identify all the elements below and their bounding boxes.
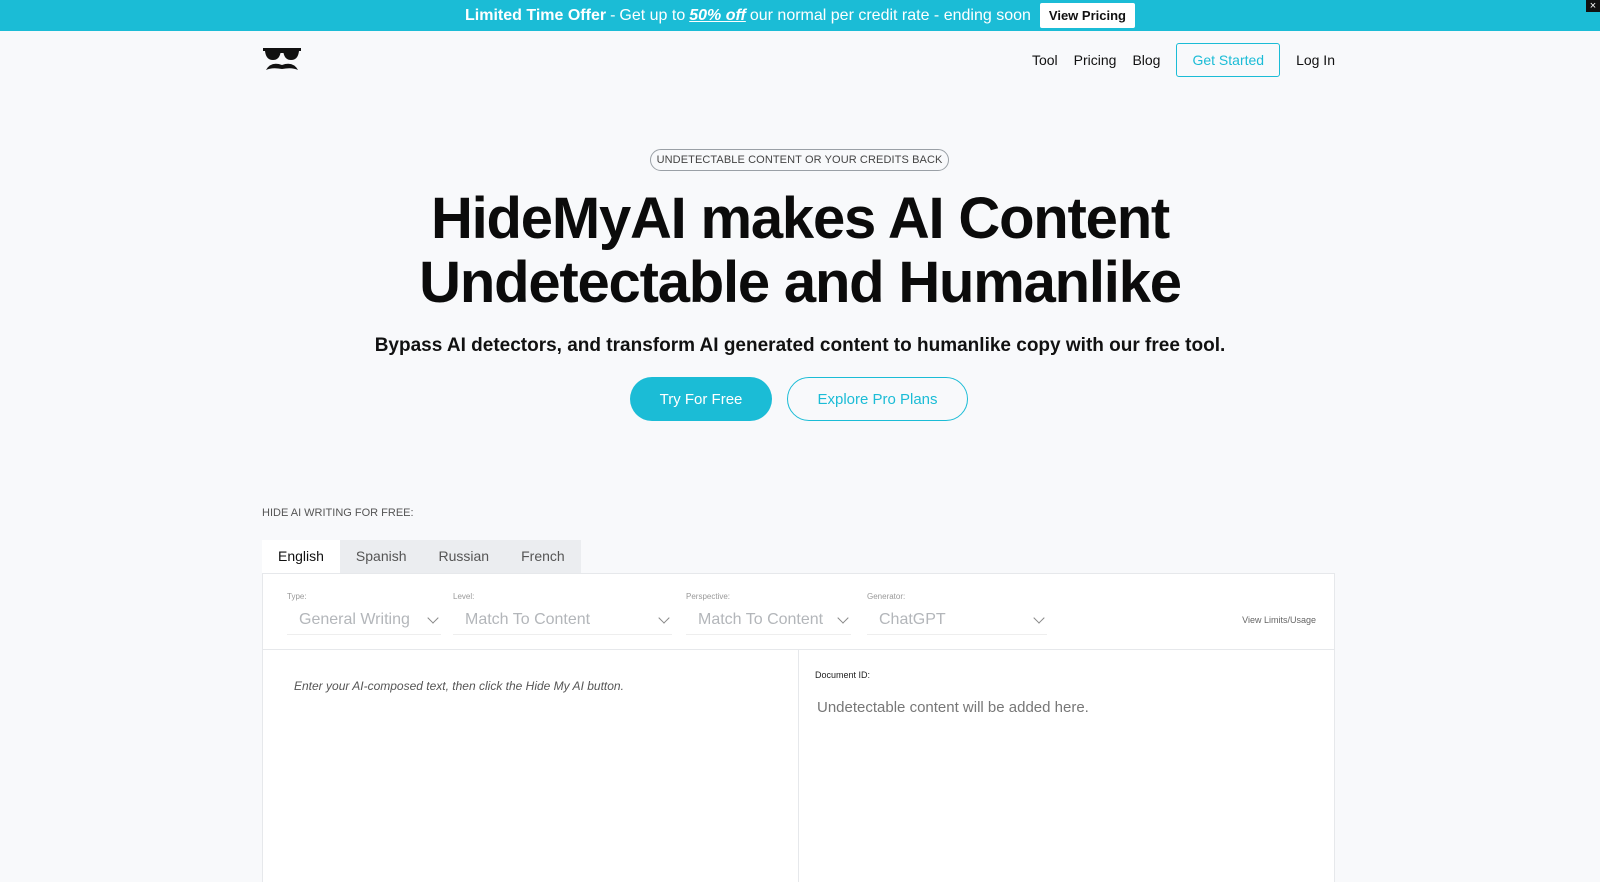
generator-value: ChatGPT [879,610,946,628]
nav-pricing[interactable]: Pricing [1074,52,1117,68]
hero-title-line2: Undetectable and Humanlike [419,250,1182,315]
login-link[interactable]: Log In [1296,52,1335,68]
promo-separator: - [610,6,616,24]
perspective-select[interactable]: Match To Content [686,605,851,635]
level-field: Level: Match To Content [453,592,672,635]
tab-french[interactable]: French [505,540,581,573]
hero-title-line1: HideMyAI makes AI Content [430,186,1170,251]
generator-select[interactable]: ChatGPT [867,605,1047,635]
generator-field: Generator: ChatGPT [867,592,1047,635]
promo-lead: Limited Time Offer [465,6,607,24]
type-field: Type: General Writing [287,592,441,635]
level-label: Level: [453,592,475,601]
close-icon[interactable]: × [1586,0,1600,12]
promo-text-post: our normal per credit rate - ending soon [749,6,1031,24]
tab-english[interactable]: English [262,540,340,573]
type-value: General Writing [299,610,410,628]
document-id-label: Document ID: [815,670,871,680]
tab-spanish[interactable]: Spanish [339,540,423,573]
promo-text-pre: Get up to [619,6,686,24]
section-label: HIDE AI WRITING FOR FREE: [262,507,414,519]
promo-discount: 50% off [689,6,746,24]
perspective-label: Perspective: [686,592,731,601]
tab-russian[interactable]: Russian [422,540,506,573]
output-placeholder: Undetectable content will be added here. [817,699,1089,716]
get-started-button[interactable]: Get Started [1176,43,1281,77]
output-area: Document ID: Undetectable content will b… [799,650,1334,882]
level-value: Match To Content [465,610,591,628]
tool-panel: Type: General Writing Level: Match To Co… [262,573,1335,882]
guarantee-pill: UNDETECTABLE CONTENT OR YOUR CREDITS BAC… [650,149,949,171]
nav-blog[interactable]: Blog [1132,52,1160,68]
type-select[interactable]: General Writing [287,605,441,635]
chevron-down-icon [427,611,439,624]
options-bar: Type: General Writing Level: Match To Co… [263,574,1334,650]
explore-pro-plans-button[interactable]: Explore Pro Plans [787,377,968,421]
type-label: Type: [287,592,307,601]
perspective-value: Match To Content [698,610,824,628]
chevron-down-icon [837,611,849,624]
chevron-down-icon [1033,611,1045,624]
main-nav: Tool Pricing Blog Get Started Log In [1016,43,1335,77]
view-pricing-button[interactable]: View Pricing [1039,3,1135,28]
chevron-down-icon [658,611,670,624]
language-tabs: English Spanish Russian French [262,540,581,573]
generator-label: Generator: [867,592,906,601]
try-for-free-button[interactable]: Try For Free [630,377,772,421]
promo-banner: Limited Time Offer - Get up to 50% off o… [0,0,1600,31]
logo-icon[interactable] [262,46,302,74]
input-textarea[interactable]: Enter your AI-composed text, then click … [263,650,799,882]
level-select[interactable]: Match To Content [453,605,672,635]
input-placeholder: Enter your AI-composed text, then click … [294,679,624,693]
view-limits-link[interactable]: View Limits/Usage [1242,615,1316,625]
nav-tool[interactable]: Tool [1032,52,1058,68]
perspective-field: Perspective: Match To Content [686,592,851,635]
hero-subtitle: Bypass AI detectors, and transform AI ge… [374,335,1226,356]
